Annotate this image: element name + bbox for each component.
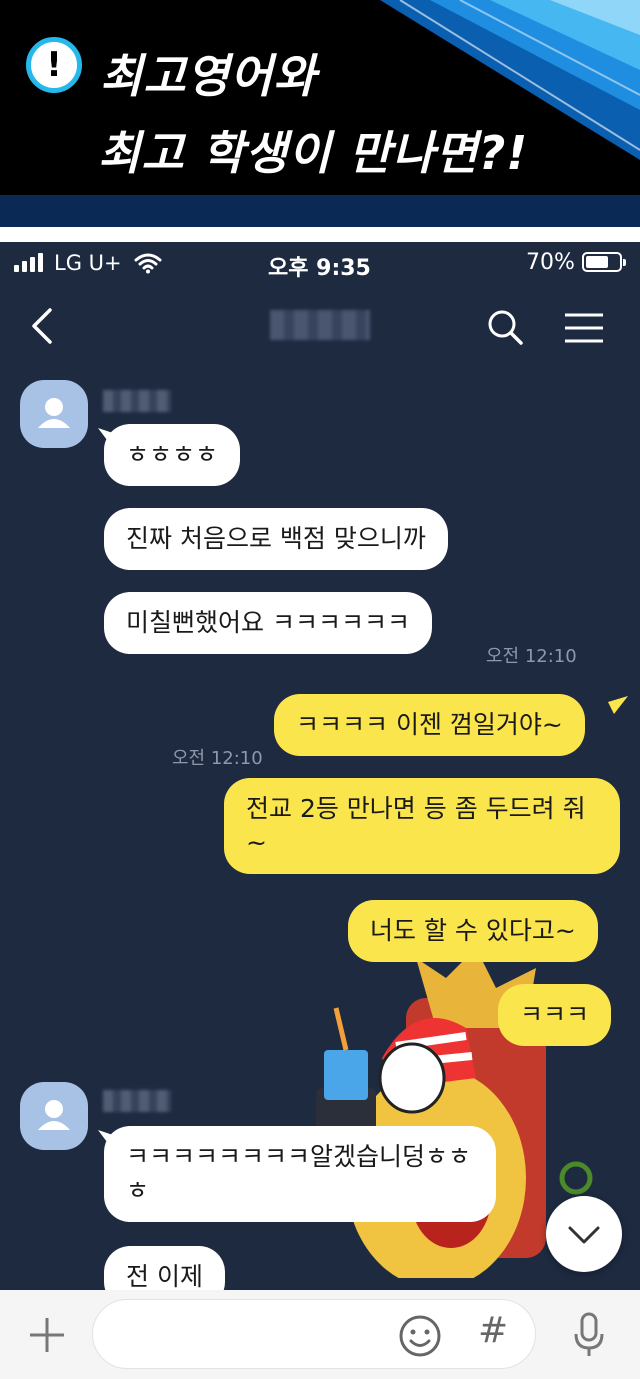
message-bubble[interactable]: 진짜 처음으로 백점 맞으니까	[104, 508, 448, 570]
promo-banner: ! 최고영어와 최고 학생이 만나면?!	[0, 0, 640, 195]
message-input-bar: #	[0, 1290, 640, 1379]
message-bubble[interactable]: ㅎㅎㅎㅎ	[104, 424, 241, 486]
message-input[interactable]	[117, 1318, 397, 1352]
status-time: 오후 9:35	[268, 256, 371, 281]
chevron-down-icon	[568, 1226, 600, 1244]
alert-icon: !	[26, 37, 82, 93]
message-bubble[interactable]: ㅋㅋㅋ	[498, 984, 612, 1046]
chat-messages[interactable]: ㅎㅎㅎㅎ 진짜 처음으로 백점 맞으니까 미칠뻔했어요 ㅋㅋㅋㅋㅋㅋ 오전 12…	[0, 366, 640, 1290]
message-bubble[interactable]: ㅋㅋㅋㅋㅋㅋㅋㅋ알겠습니덩ㅎㅎㅎ	[104, 1126, 496, 1222]
bubble-tail	[608, 696, 628, 714]
message-time: 오전 12:10	[172, 748, 263, 769]
message-time: 오전 12:10	[486, 646, 577, 667]
banner-title-line-2: 최고 학생이 만나면?!	[98, 126, 529, 180]
hashtag-icon[interactable]: #	[478, 1310, 508, 1351]
plus-icon[interactable]	[28, 1316, 66, 1354]
microphone-icon[interactable]	[572, 1312, 606, 1358]
sender-name-blurred	[103, 1090, 171, 1112]
carrier-label: LG U+	[54, 251, 122, 275]
message-bubble[interactable]: 전 이제	[104, 1246, 225, 1290]
wifi-icon	[134, 253, 162, 274]
status-bar: LG U+ 오후 9:35 70%	[0, 242, 640, 284]
menu-icon[interactable]	[563, 312, 605, 344]
search-icon[interactable]	[486, 308, 524, 346]
message-field[interactable]	[92, 1299, 536, 1369]
message-bubble[interactable]: 전교 2등 만나면 등 좀 두드려 줘~	[224, 778, 620, 874]
emoji-icon[interactable]	[398, 1314, 442, 1358]
signal-icon	[14, 252, 43, 272]
chat-title-blurred	[270, 310, 370, 340]
battery-percentage: 70%	[526, 250, 575, 275]
battery-icon	[582, 252, 626, 272]
avatar[interactable]	[20, 1082, 88, 1150]
message-bubble[interactable]: 미칠뻔했어요 ㅋㅋㅋㅋㅋㅋ	[104, 592, 432, 654]
message-bubble[interactable]: ㅋㅋㅋㅋ 이젠 껌일거야~	[274, 694, 585, 756]
avatar[interactable]	[20, 380, 88, 448]
chat-header	[0, 284, 640, 366]
back-icon[interactable]	[26, 306, 62, 346]
divider	[0, 227, 640, 242]
phone-screen: LG U+ 오후 9:35 70% ㅎㅎㅎㅎ 진짜 처음으로 백점 맞으니까 미…	[0, 242, 640, 1379]
scroll-to-bottom-button[interactable]	[546, 1196, 622, 1272]
sender-name-blurred	[103, 390, 171, 412]
banner-title-line-1: 최고영어와	[100, 49, 317, 103]
banner-stripe	[0, 195, 640, 227]
message-bubble[interactable]: 너도 할 수 있다고~	[348, 900, 598, 962]
